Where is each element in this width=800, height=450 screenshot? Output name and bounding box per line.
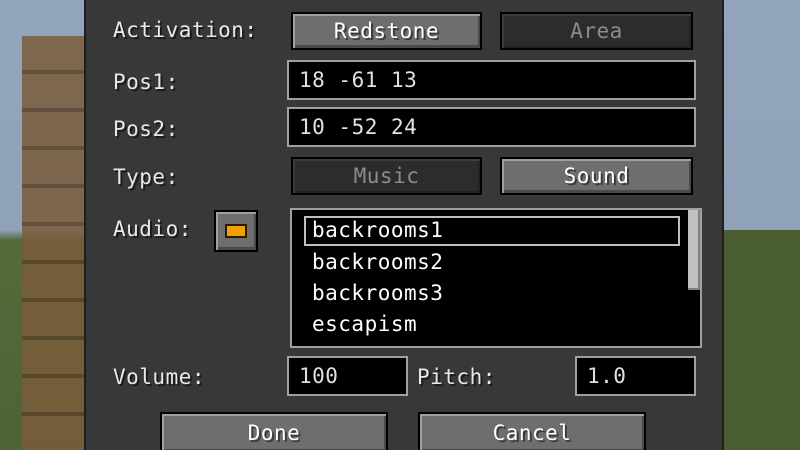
activation-redstone-button[interactable]: Redstone	[291, 12, 482, 50]
type-music-button[interactable]: Music	[291, 157, 482, 195]
pitch-label: Pitch:	[417, 365, 496, 389]
audio-list-scrollbar[interactable]	[688, 210, 700, 346]
scrollbar-thumb[interactable]	[688, 210, 700, 290]
background-wood-pillar	[22, 36, 92, 450]
pos1-input[interactable]: 18 -61 13	[287, 60, 696, 100]
list-item[interactable]: backrooms1	[304, 216, 680, 246]
audio-label: Audio:	[113, 217, 192, 241]
audio-list[interactable]: backrooms1 backrooms2 backrooms3 escapis…	[290, 208, 702, 348]
volume-label: Volume:	[113, 365, 206, 389]
pos2-label: Pos2:	[113, 117, 179, 141]
activation-label: Activation:	[113, 18, 258, 42]
pos2-input[interactable]: 10 -52 24	[287, 107, 696, 147]
type-sound-button[interactable]: Sound	[500, 157, 693, 195]
dialog-title	[340, 0, 460, 6]
type-label: Type:	[113, 165, 179, 189]
list-item[interactable]: backrooms3	[304, 279, 680, 309]
volume-input[interactable]: 100	[287, 356, 408, 396]
list-item[interactable]: backrooms2	[304, 248, 680, 278]
pitch-input[interactable]: 1.0	[575, 356, 696, 396]
activation-area-button[interactable]: Area	[500, 12, 693, 50]
background-grass	[720, 230, 800, 450]
pos1-label: Pos1:	[113, 70, 179, 94]
done-button[interactable]: Done	[160, 412, 388, 450]
cancel-button[interactable]: Cancel	[418, 412, 646, 450]
audio-picker-button[interactable]	[214, 210, 258, 252]
list-item[interactable]: escapism	[304, 310, 680, 340]
note-block-icon	[225, 224, 247, 238]
